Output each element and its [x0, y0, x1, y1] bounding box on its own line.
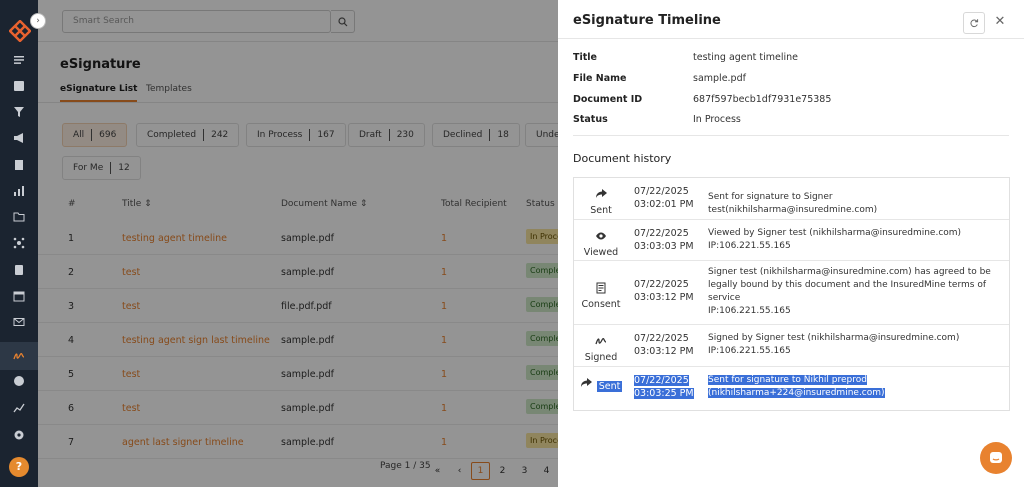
history-datetime: 07/22/2025 03:03:12 PM	[634, 278, 694, 304]
history-action: Consent	[574, 279, 628, 310]
history-description: Sent for signature to Nikhil preprod (ni…	[708, 374, 1002, 400]
calendar-icon[interactable]	[11, 288, 27, 304]
history-date: 07/22/2025	[634, 375, 689, 386]
history-action-label: Sent	[590, 205, 612, 216]
history-date: 07/22/2025	[634, 279, 689, 290]
settings-icon[interactable]	[11, 427, 27, 443]
field-value-status: In Process	[693, 114, 741, 125]
history-item: Consent 07/22/2025 03:03:12 PM Signer tes…	[574, 261, 1009, 325]
modal-backdrop[interactable]	[0, 0, 558, 487]
chat-icon	[990, 452, 1002, 463]
panel-divider	[573, 135, 1009, 136]
history-item: Sent 07/22/2025 03:02:01 PM Sent for sign…	[574, 178, 1009, 220]
filter-icon[interactable]	[11, 104, 27, 120]
history-date: 07/22/2025	[634, 333, 689, 344]
dollar-icon[interactable]	[11, 373, 27, 389]
history-datetime: 07/22/2025 03:03:03 PM	[634, 227, 694, 253]
history-date: 07/22/2025	[634, 228, 689, 239]
history-time: 03:02:01 PM	[634, 199, 694, 210]
panel-header-divider	[558, 38, 1024, 39]
chart-icon[interactable]	[11, 183, 27, 199]
contacts-icon[interactable]	[11, 78, 27, 94]
history-desc-text: Viewed by Signer test (nikhilsharma@insu…	[708, 228, 962, 238]
history-description: Sent for signature to Signer test(nikhil…	[708, 191, 1002, 217]
history-action: Viewed	[574, 227, 628, 258]
network-icon[interactable]	[11, 235, 27, 251]
field-label-title: Title	[573, 52, 597, 63]
esignature-timeline-panel: eSignature Timeline ✕ Title testing agen…	[558, 0, 1024, 487]
field-label-status: Status	[573, 114, 608, 125]
history-description: Viewed by Signer test (nikhilsharma@insu…	[708, 227, 1002, 253]
history-datetime: 07/22/2025 03:03:12 PM	[634, 332, 694, 358]
history-action-label: Sent	[596, 381, 623, 392]
field-value-file-name: sample.pdf	[693, 73, 746, 84]
chat-button[interactable]	[980, 442, 1012, 474]
history-action-label: Signed	[584, 352, 618, 363]
field-label-document-id: Document ID	[573, 94, 643, 105]
app-logo-icon[interactable]	[9, 20, 31, 42]
history-ip: IP:106.221.55.165	[708, 346, 791, 356]
history-desc-text: Signed by Signer test (nikhilsharma@insu…	[708, 333, 960, 343]
file-icon[interactable]	[11, 157, 27, 173]
history-desc-text: Sent for signature to Signer test(nikhil…	[708, 192, 878, 215]
history-time: 03:03:12 PM	[634, 292, 694, 303]
history-desc-text: Signer test (nikhilsharma@insuredmine.co…	[708, 267, 991, 303]
history-action: Sent	[574, 185, 628, 216]
document-history-title: Document history	[573, 152, 672, 165]
history-ip: IP:106.221.55.165	[708, 241, 791, 251]
document-icon	[596, 282, 606, 294]
history-time: 03:03:12 PM	[634, 346, 694, 357]
field-label-file-name: File Name	[573, 73, 627, 84]
calculator-icon[interactable]	[11, 262, 27, 278]
history-action-label: Viewed	[583, 247, 619, 258]
signature-icon	[595, 337, 607, 345]
list-icon[interactable]	[11, 52, 27, 68]
refresh-button[interactable]	[963, 12, 985, 34]
history-datetime: 07/22/2025 03:02:01 PM	[634, 185, 694, 211]
history-description: Signer test (nikhilsharma@insuredmine.co…	[708, 266, 1002, 318]
share-icon	[580, 378, 592, 387]
history-action: Sent	[574, 374, 628, 393]
panel-title: eSignature Timeline	[573, 13, 721, 28]
close-icon[interactable]: ✕	[992, 12, 1008, 32]
history-action-label: Consent	[581, 299, 621, 310]
history-item: Signed 07/22/2025 03:03:12 PM Signed by S…	[574, 325, 1009, 367]
eye-icon	[596, 232, 606, 240]
megaphone-icon[interactable]	[11, 130, 27, 146]
mail-icon[interactable]	[11, 314, 27, 330]
help-icon[interactable]: ?	[9, 457, 29, 477]
history-ip: IP:106.221.55.165	[708, 306, 791, 316]
history-action: Signed	[574, 332, 628, 363]
trend-icon[interactable]	[11, 400, 27, 416]
history-datetime: 07/22/2025 03:03:25 PM	[634, 374, 694, 400]
share-icon	[596, 189, 607, 198]
history-description: Signed by Signer test (nikhilsharma@insu…	[708, 332, 1002, 358]
field-value-title: testing agent timeline	[693, 52, 799, 63]
left-nav: ?	[0, 0, 38, 487]
field-value-document-id: 687f597becb1df7931e75385	[693, 94, 832, 105]
history-time: 03:03:03 PM	[634, 241, 694, 252]
refresh-icon	[970, 19, 979, 28]
history-item: Sent 07/22/2025 03:03:25 PM Sent for sign…	[574, 367, 1009, 410]
collapse-sidebar-button[interactable]: ›	[30, 13, 46, 29]
history-desc-text: Sent for signature to Nikhil preprod (ni…	[708, 375, 885, 398]
signature-nav-icon[interactable]	[11, 348, 27, 364]
document-history-list: Sent 07/22/2025 03:02:01 PM Sent for sign…	[573, 177, 1010, 411]
history-time: 03:03:25 PM	[634, 388, 694, 399]
folder-icon[interactable]	[11, 209, 27, 225]
history-item: Viewed 07/22/2025 03:03:03 PM Viewed by S…	[574, 220, 1009, 261]
history-date: 07/22/2025	[634, 186, 689, 197]
